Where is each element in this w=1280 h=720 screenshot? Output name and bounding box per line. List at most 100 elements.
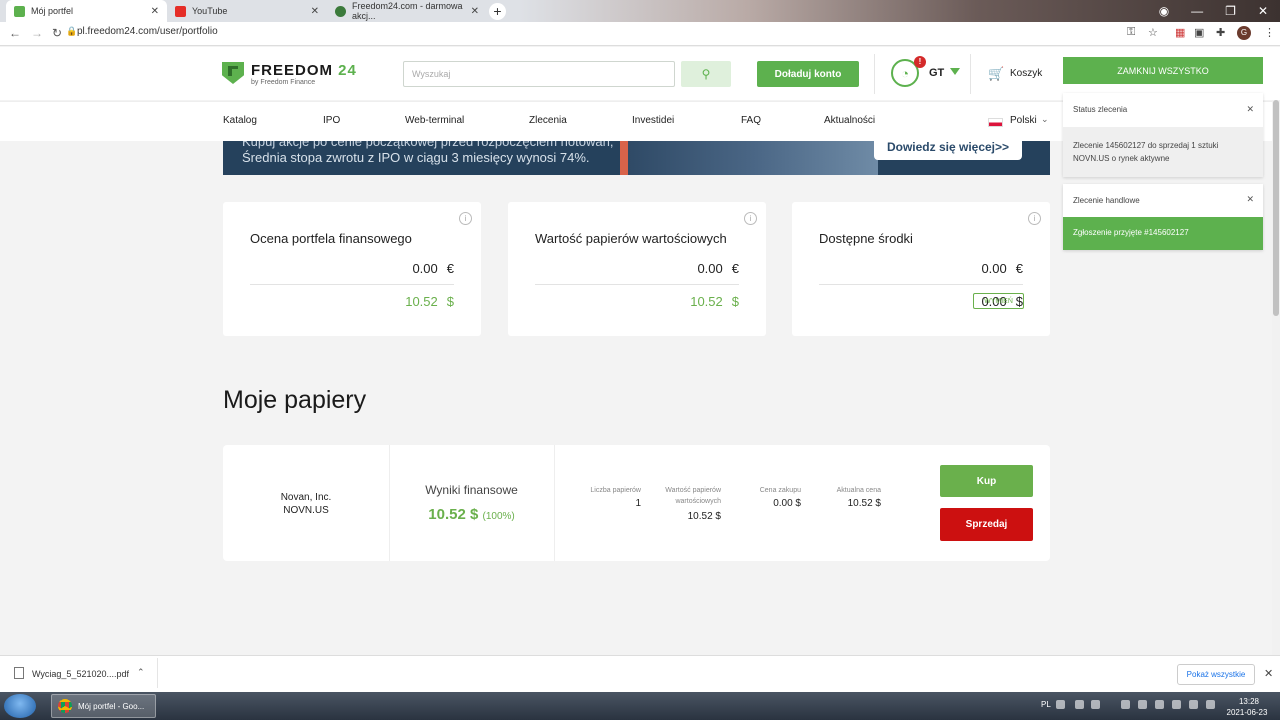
close-tab-icon[interactable]: ✕ — [311, 6, 319, 17]
browser-tab-strip: Mój portfel ✕ YouTube ✕ Freedom24.com - … — [0, 0, 1280, 22]
show-all-downloads-button[interactable]: Pokaż wszystkie — [1177, 664, 1255, 685]
tray-network-icon[interactable] — [1172, 700, 1181, 709]
menu-item-zlecenia[interactable]: Zlecenia — [529, 115, 567, 126]
top-up-account-button[interactable]: Doładuj konto — [757, 61, 859, 87]
tray-flag-icon[interactable] — [1206, 700, 1215, 709]
taskbar-chrome-window[interactable]: Mój portfel - Goo... — [51, 694, 156, 718]
chevron-down-icon[interactable] — [950, 68, 960, 75]
menu-item-web-terminal[interactable]: Web-terminal — [405, 115, 464, 126]
download-file-name[interactable]: Wyciag_5_521020....pdf — [32, 669, 129, 679]
value-label: Wartość papierów wartościowych — [665, 487, 721, 505]
close-tab-icon[interactable]: ✕ — [471, 6, 479, 17]
search-icon: ⚲ — [701, 67, 711, 81]
logo-wordmark[interactable]: FREEDOM 24 — [251, 62, 357, 79]
tray-language[interactable]: PL — [1041, 700, 1051, 709]
close-all-button[interactable]: ZAMKNIJ WSZYSTKO — [1063, 57, 1263, 84]
tray-volume-icon[interactable] — [1189, 700, 1198, 709]
holding-instrument[interactable]: Novan, Inc. NOVN.US — [223, 491, 389, 517]
menu-item-faq[interactable]: FAQ — [741, 115, 761, 126]
card-title: Dostępne środki — [819, 231, 913, 246]
cart-icon[interactable]: 🛒 — [988, 66, 1004, 82]
user-initials[interactable]: GT — [929, 67, 944, 79]
back-arrow-icon[interactable]: ← — [9, 26, 21, 40]
profile-icon[interactable]: ◉ — [1159, 4, 1169, 18]
info-icon[interactable]: i — [744, 212, 757, 225]
menu-kebab-icon[interactable]: ⋮ — [1264, 26, 1275, 39]
notification-badge[interactable]: ! — [914, 56, 926, 68]
card-available-funds: Dostępne środki i 0.00 € 0.00 $ WYMIEŃ — [792, 202, 1050, 336]
tab-freedom24-promo[interactable]: Freedom24.com - darmowa akcj... ✕ — [327, 0, 487, 22]
tray-chevron-icon[interactable] — [1056, 700, 1065, 709]
chevron-up-icon[interactable]: ⌃ — [137, 667, 145, 678]
extensions-puzzle-icon[interactable]: ✚ — [1216, 26, 1225, 39]
language-selector[interactable]: Polski — [1010, 115, 1037, 126]
menu-item-ipo[interactable]: IPO — [323, 115, 340, 126]
close-icon[interactable]: ✕ — [1246, 104, 1254, 115]
key-icon[interactable]: ⚿ — [1127, 26, 1135, 39]
extension-calendar-icon[interactable]: ▦ — [1175, 26, 1185, 39]
extension-off-icon[interactable]: ▣ — [1194, 26, 1204, 39]
banner-photo — [628, 141, 878, 175]
download-divider — [157, 658, 158, 688]
youtube-favicon-icon — [175, 5, 186, 17]
reload-icon[interactable]: ↻ — [52, 26, 62, 40]
tray-app-icon[interactable] — [1075, 700, 1084, 709]
tray-app-icon[interactable] — [1091, 700, 1100, 709]
learn-more-button[interactable]: Dowiedz się więcej>> — [874, 141, 1022, 160]
minimize-icon[interactable]: — — [1191, 4, 1203, 18]
close-tab-icon[interactable]: ✕ — [151, 6, 159, 17]
sell-button[interactable]: Sprzedaj — [940, 508, 1033, 541]
card-portfolio-valuation: Ocena portfela finansowego i 0.00 € 10.52… — [223, 202, 481, 336]
close-window-icon[interactable]: ✕ — [1258, 4, 1268, 18]
poland-flag-icon[interactable] — [988, 118, 1003, 127]
header-divider — [970, 54, 971, 94]
card-usd-value: 10.52 $ — [690, 294, 739, 309]
logo-subtitle: by Freedom Finance — [251, 79, 316, 86]
new-tab-plus-icon[interactable]: + — [489, 3, 506, 20]
scrollbar-thumb[interactable] — [1273, 100, 1279, 316]
company-name: Novan, Inc. — [280, 492, 332, 503]
profile-avatar-icon[interactable]: G — [1237, 26, 1251, 40]
windows-start-icon[interactable] — [4, 694, 36, 718]
menu-item-aktualnosci[interactable]: Aktualności — [824, 115, 875, 126]
cart-link[interactable]: Koszyk — [1010, 68, 1042, 79]
notification-body: Zlecenie 145602127 do sprzedaj 1 sztuki … — [1063, 127, 1263, 177]
url-text[interactable]: pl.freedom24.com/user/portfolio — [77, 26, 218, 37]
forward-arrow-icon[interactable]: → — [31, 26, 43, 40]
tray-app-icon[interactable] — [1155, 700, 1164, 709]
close-icon[interactable]: ✕ — [1246, 194, 1254, 205]
clock-time[interactable]: 13:28 — [1234, 697, 1264, 706]
ipo-promo-banner[interactable]: Kupuj akcje po cenie początkowej przed r… — [223, 141, 1050, 175]
tray-steam-icon[interactable] — [1121, 700, 1130, 709]
chevron-down-icon[interactable]: ⌄ — [1041, 114, 1049, 125]
menu-item-investidei[interactable]: Investidei — [632, 115, 674, 126]
card-title: Ocena portfela finansowego — [250, 231, 412, 246]
menu-item-katalog[interactable]: Katalog — [223, 115, 257, 126]
star-bookmark-icon[interactable]: ☆ — [1148, 26, 1158, 39]
maximize-icon[interactable]: ❐ — [1225, 4, 1236, 18]
tab-youtube[interactable]: YouTube ✕ — [167, 0, 327, 22]
address-bar: ← → ↻ 🔒 pl.freedom24.com/user/portfolio … — [0, 22, 1280, 46]
close-download-bar-icon[interactable]: ✕ — [1264, 667, 1273, 680]
card-eur-value: 0.00 € — [697, 261, 739, 276]
download-bar — [0, 655, 1280, 692]
card-usd-value: 10.52 $ — [405, 294, 454, 309]
search-input[interactable] — [403, 61, 675, 87]
exchange-button[interactable]: WYMIEŃ — [973, 293, 1024, 309]
results-percent: (100%) — [482, 511, 515, 522]
info-icon[interactable]: i — [459, 212, 472, 225]
tab-title: Mój portfel — [31, 6, 74, 16]
buy-button[interactable]: Kup — [940, 465, 1033, 497]
tab-moj-portfel[interactable]: Mój portfel ✕ — [6, 0, 167, 22]
search-button[interactable]: ⚲ — [681, 61, 731, 87]
pdf-file-icon — [14, 667, 24, 679]
clock-date[interactable]: 2021-06-23 — [1222, 708, 1272, 717]
tab-title: Freedom24.com - darmowa akcj... — [352, 1, 463, 21]
page-scrollbar[interactable] — [1272, 100, 1280, 655]
taskbar-window-title: Mój portfel - Goo... — [78, 701, 145, 711]
card-securities-value: Wartość papierów wartościowych i 0.00 € 1… — [508, 202, 766, 336]
lock-icon[interactable]: 🔒 — [66, 26, 77, 37]
tray-app-icon[interactable] — [1138, 700, 1147, 709]
ticker: NOVN.US — [283, 505, 329, 516]
info-icon[interactable]: i — [1028, 212, 1041, 225]
